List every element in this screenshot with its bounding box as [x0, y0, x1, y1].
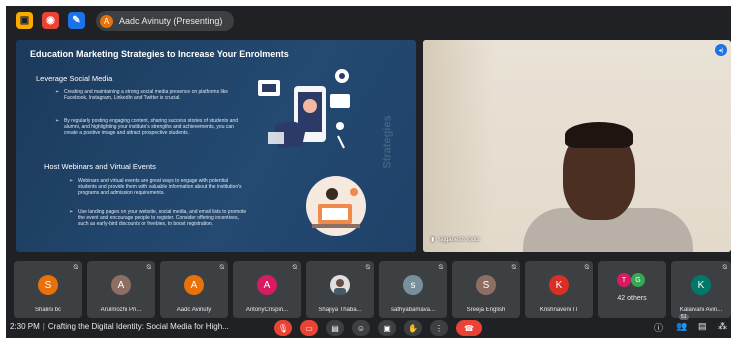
participant-tile[interactable]: ⍉ K Krishnaveni IT — [525, 261, 593, 318]
mic-off-icon: ⍉ — [511, 264, 516, 271]
chat-icon[interactable]: ▤ — [698, 321, 707, 332]
participant-tile[interactable]: ⍉ K Kalaivani Avin... — [671, 261, 731, 318]
separator: | — [42, 322, 45, 331]
raise-hand-button[interactable]: ✋ — [404, 320, 422, 336]
leave-call-button[interactable]: ☎ — [456, 320, 482, 336]
mic-off-icon: ⍉ — [584, 264, 589, 271]
mic-off-icon: ⍉ — [292, 264, 297, 271]
participant-tile[interactable]: ⍉ S Shalini bc — [14, 261, 82, 318]
presentation-slide: Education Marketing Strategies to Increa… — [16, 40, 416, 252]
avatar: G — [631, 273, 645, 287]
mic-off-icon: ⍉ — [73, 264, 78, 271]
avatar: S — [38, 275, 58, 295]
slide-bullet: Creating and maintaining a strong social… — [55, 89, 236, 101]
avatar-photo — [330, 275, 350, 295]
webinar-illustration — [306, 176, 366, 236]
mic-off-icon: ⍉ — [438, 264, 443, 271]
participant-name: Krishnaveni IT — [539, 307, 579, 313]
slide-bullet: Webinars and virtual events are great wa… — [69, 178, 246, 197]
slide-title: Education Marketing Strategies to Increa… — [30, 49, 289, 59]
presenting-label: Aadc Avinuty (Presenting) — [119, 16, 223, 26]
presenter-avatar: A — [100, 14, 113, 28]
speaker-video[interactable]: ◂) ▮ rajganesh roots — [423, 40, 731, 252]
participant-tile[interactable]: ⍉ Shajiya Thaba... — [306, 261, 374, 318]
captions-button[interactable]: ▤ — [326, 320, 344, 336]
activities-icon[interactable]: ▣ — [16, 12, 33, 29]
meeting-title: Crafting the Digital Identity: Social Me… — [47, 322, 229, 331]
more-options-button[interactable]: ⋮ — [430, 320, 448, 336]
speaking-indicator-icon: ◂) — [715, 44, 727, 56]
avatar: A — [184, 275, 204, 295]
slide-section-heading: Host Webinars and Virtual Events — [44, 162, 156, 171]
participant-tile[interactable]: ⍉ A Aadc Avinuty — [160, 261, 228, 318]
avatar: K — [549, 275, 569, 295]
avatar: K — [691, 275, 711, 295]
avatar: s — [403, 275, 423, 295]
mic-toggle-button[interactable]: 🎙 — [274, 320, 292, 336]
social-media-illustration — [258, 69, 350, 149]
participant-name: sathyabamava... — [390, 307, 436, 313]
present-button[interactable]: ▣ — [378, 320, 396, 336]
participant-name: Kalaivani Avin... — [679, 307, 723, 313]
others-tile[interactable]: T G 42 others — [598, 261, 666, 318]
mic-off-icon: ⍉ — [365, 264, 370, 271]
avatar: T — [617, 273, 631, 287]
slide-bullet: Use landing pages on your website, socia… — [69, 209, 248, 228]
pin-icon[interactable]: ▮ — [431, 236, 434, 243]
presenting-chip[interactable]: A Aadc Avinuty (Presenting) — [96, 11, 235, 31]
mic-off-icon: ⍉ — [219, 264, 224, 271]
speaker-name-tag: ▮ rajganesh roots — [431, 236, 480, 244]
participant-tile[interactable]: ⍉ A AntonyCrispin... — [233, 261, 301, 318]
mic-off-icon: ⍉ — [722, 264, 727, 271]
participant-tile[interactable]: ⍉ S Sreeja English — [452, 261, 520, 318]
clock-time: 2:30 PM — [10, 322, 40, 331]
activities-icon[interactable]: ⁂ — [718, 321, 727, 332]
video-background — [423, 40, 493, 252]
speaker-hair — [565, 122, 633, 148]
people-count-badge: 51 — [679, 314, 689, 320]
top-bar: ▣ ◉ ✎ A Aadc Avinuty (Presenting) — [6, 6, 731, 36]
bottom-bar: 2:30 PM | Crafting the Digital Identity: S… — [6, 314, 731, 338]
participant-name: Arulmozhi Pri... — [100, 307, 142, 313]
others-count: 42 others — [617, 295, 647, 302]
participant-name: AntonyCrispin... — [245, 307, 289, 313]
avatar: S — [476, 275, 496, 295]
meeting-info: 2:30 PM | Crafting the Digital Identity: S… — [10, 322, 229, 331]
slide-bullet: By regularly posting engaging content, s… — [55, 118, 242, 137]
whiteboard-icon[interactable]: ✎ — [68, 12, 85, 29]
participant-name: Shajiya Thaba... — [318, 307, 362, 313]
participant-tile[interactable]: ⍉ s sathyabamava... — [379, 261, 447, 318]
participant-name: Aadc Avinuty — [176, 307, 212, 313]
people-icon[interactable]: 👥 — [676, 321, 687, 332]
reactions-button[interactable]: ☺ — [352, 320, 370, 336]
participant-name: Shalini bc — [34, 307, 61, 313]
mic-off-icon: ⍉ — [146, 264, 151, 271]
slide-section-heading: Leverage Social Media — [36, 74, 113, 83]
participant-tile[interactable]: ⍉ A Arulmozhi Pri... — [87, 261, 155, 318]
speaker-name: rajganesh roots — [438, 236, 480, 243]
avatar: A — [257, 275, 277, 295]
participant-name: Sreeja English — [466, 307, 506, 313]
meet-window: ▣ ◉ ✎ A Aadc Avinuty (Presenting) Educat… — [6, 6, 731, 338]
meeting-details-icon[interactable]: ⓘ — [654, 321, 663, 334]
record-icon[interactable]: ◉ — [42, 12, 59, 29]
camera-toggle-button[interactable]: ▭ — [300, 320, 318, 336]
slide-watermark: Strategies — [381, 115, 394, 169]
avatar: A — [111, 275, 131, 295]
